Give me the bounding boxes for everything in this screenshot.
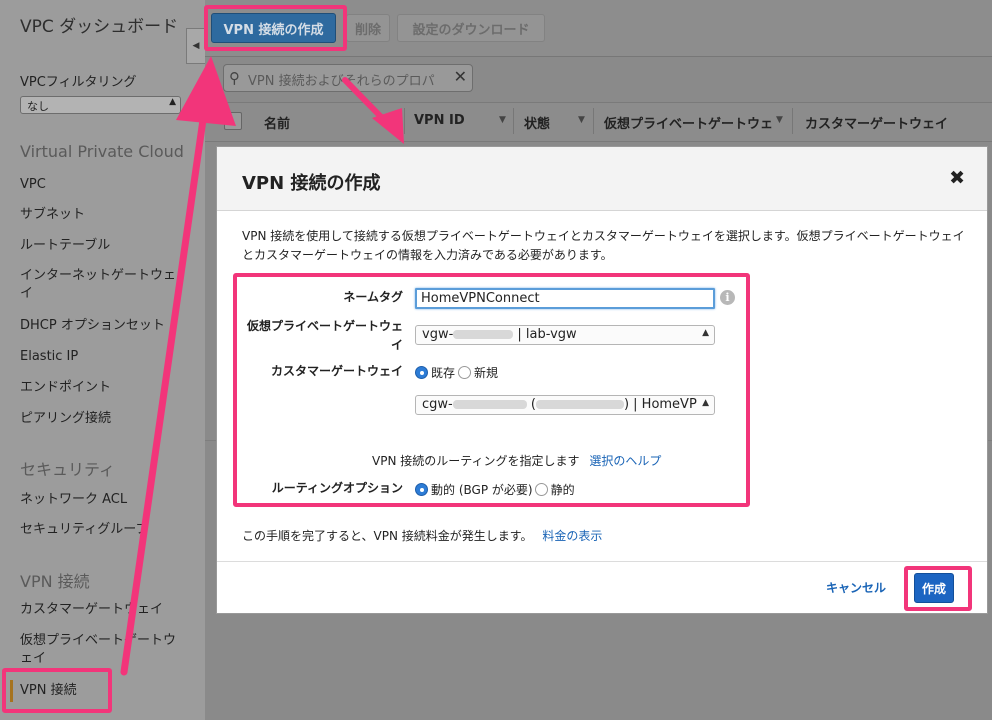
routing-note-text: VPN 接続のルーティングを指定します (372, 454, 580, 468)
column-separator (513, 108, 514, 134)
name-tag-label: ネームタグ (343, 290, 403, 304)
search-icon: ⚲ (229, 69, 240, 87)
sidebar-item-dhcp[interactable]: DHCP オプションセット (20, 317, 192, 335)
sort-icon[interactable]: ▼ (776, 115, 783, 125)
sidebar-item-internet-gateways[interactable]: インターネットゲートウェイ (20, 267, 180, 303)
vpc-filter-label: VPCフィルタリング (20, 75, 137, 90)
column-customer-gateway[interactable]: カスタマーゲートウェイ (805, 113, 948, 132)
column-vpn-id[interactable]: VPN ID (414, 113, 465, 128)
cgw-select[interactable]: cgw- () | HomeVP ▲ (415, 395, 715, 415)
sidebar-section-security: セキュリティ (20, 460, 116, 479)
redacted-id (453, 330, 514, 339)
select-arrows-icon: ▲ (169, 97, 176, 107)
sidebar-item-endpoints[interactable]: エンドポイント (20, 379, 192, 397)
sidebar-item-customer-gateways[interactable]: カスタマーゲートウェイ (20, 601, 192, 619)
sort-icon[interactable]: ▲ (381, 115, 388, 125)
column-name[interactable]: 名前 (264, 113, 290, 132)
clear-icon[interactable]: ✕ (454, 67, 467, 86)
sidebar-item-security-groups[interactable]: セキュリティグループ (20, 521, 192, 539)
select-arrows-icon: ▲ (702, 398, 709, 408)
routing-static-label: 静的 (550, 483, 575, 497)
delete-button[interactable]: 削除 (346, 14, 390, 42)
cancel-button[interactable]: キャンセル (826, 579, 886, 596)
vgw-prefix: vgw- (422, 327, 454, 342)
sidebar-active-indicator (10, 680, 13, 702)
cost-note: この手順を完了すると、VPN 接続料金が発生します。 料金の表示 (242, 527, 602, 544)
name-tag-input[interactable]: HomeVPNConnect (415, 288, 715, 309)
column-virtual-private-gateway[interactable]: 仮想プライベートゲートウェ (604, 113, 773, 132)
search-placeholder: VPN 接続およびそれらのプロパ (248, 74, 435, 89)
pricing-link[interactable]: 料金の表示 (542, 529, 602, 543)
vpc-filter-select[interactable]: なし ▲ (20, 96, 181, 114)
select-all-checkbox[interactable] (224, 112, 242, 130)
sidebar-section-vpn: VPN 接続 (20, 572, 90, 591)
dialog-description: VPN 接続を使用して接続する仮想プライベートゲートウェイとカスタマーゲートウェ… (242, 229, 965, 262)
column-separator (404, 108, 405, 134)
routing-dynamic-radio[interactable] (415, 483, 428, 496)
sidebar-item-vpc[interactable]: VPC (20, 176, 192, 194)
vpc-filter-value: なし (27, 100, 49, 113)
sidebar-item-route-tables[interactable]: ルートテーブル (20, 237, 192, 255)
sidebar-item-elastic-ip[interactable]: Elastic IP (20, 348, 192, 366)
vgw-label: 仮想プライベートゲートウェイ (246, 319, 403, 352)
routing-radio-group: 動的 (BGP が必要) 静的 (415, 481, 575, 498)
sort-icon[interactable]: ▼ (578, 115, 585, 125)
cgw-new-label: 新規 (474, 366, 499, 380)
search-input[interactable]: ⚲ VPN 接続およびそれらのプロパ ✕ (223, 64, 473, 92)
sidebar-item-virtual-private-gateways[interactable]: 仮想プライベートゲートウェイ (20, 632, 180, 668)
sidebar-item-peering[interactable]: ピアリング接続 (20, 410, 192, 428)
dialog-title: VPN 接続の作成 (242, 173, 381, 194)
dialog-divider (217, 561, 987, 562)
cost-note-text: この手順を完了すると、VPN 接続料金が発生します。 (242, 529, 533, 543)
column-separator (593, 108, 594, 134)
cgw-new-radio[interactable] (458, 366, 472, 379)
cgw-existing-label: 既存 (431, 366, 456, 380)
redacted-ip (535, 400, 624, 409)
routing-options-label: ルーティングオプション (271, 481, 403, 495)
redacted-id (452, 400, 527, 409)
sort-icon[interactable]: ▼ (499, 115, 506, 125)
column-separator (792, 108, 793, 134)
select-arrows-icon: ▲ (702, 328, 709, 338)
create-vpn-connection-button[interactable]: VPN 接続の作成 (211, 13, 336, 43)
sidebar-item-network-acl[interactable]: ネットワーク ACL (20, 491, 192, 509)
cgw-label: カスタマーゲートウェイ (270, 364, 403, 378)
create-button[interactable]: 作成 (914, 573, 954, 603)
vgw-select[interactable]: vgw- | lab-vgw ▲ (415, 325, 715, 345)
routing-static-radio[interactable] (534, 483, 548, 496)
cgw-existing-radio[interactable] (415, 366, 428, 379)
routing-dynamic-label: 動的 (BGP が必要) (431, 483, 533, 497)
sidebar-collapse-button[interactable]: ◀ (186, 28, 205, 64)
vgw-suffix: | lab-vgw (517, 327, 577, 342)
close-icon[interactable]: ✖ (949, 167, 965, 189)
sidebar-item-vpn-connections[interactable]: VPN 接続 (20, 682, 192, 700)
cgw-suffix: ) | HomeVP (623, 397, 697, 412)
sidebar-title[interactable]: VPC ダッシュボード (20, 16, 190, 39)
dialog-header: VPN 接続の作成 ✖ (217, 147, 987, 211)
download-config-button[interactable]: 設定のダウンロード (397, 14, 545, 42)
routing-help-link[interactable]: 選択のヘルプ (589, 454, 661, 468)
routing-note: VPN 接続のルーティングを指定します 選択のヘルプ (372, 452, 661, 469)
sidebar-section-vpc: Virtual Private Cloud (20, 142, 184, 161)
sidebar-item-subnets[interactable]: サブネット (20, 206, 192, 224)
chevron-left-icon: ◀ (192, 41, 200, 51)
cgw-radio-group: 既存 新規 (415, 364, 498, 381)
column-state[interactable]: 状態 (524, 113, 550, 132)
info-icon[interactable]: i (720, 290, 735, 305)
cgw-prefix: cgw- (422, 397, 453, 412)
sidebar: VPC ダッシュボード VPCフィルタリング なし ▲ Virtual Priv… (0, 0, 205, 720)
create-vpn-dialog: VPN 接続の作成 ✖ VPN 接続を使用して接続する仮想プライベートゲートウェ… (216, 146, 988, 614)
